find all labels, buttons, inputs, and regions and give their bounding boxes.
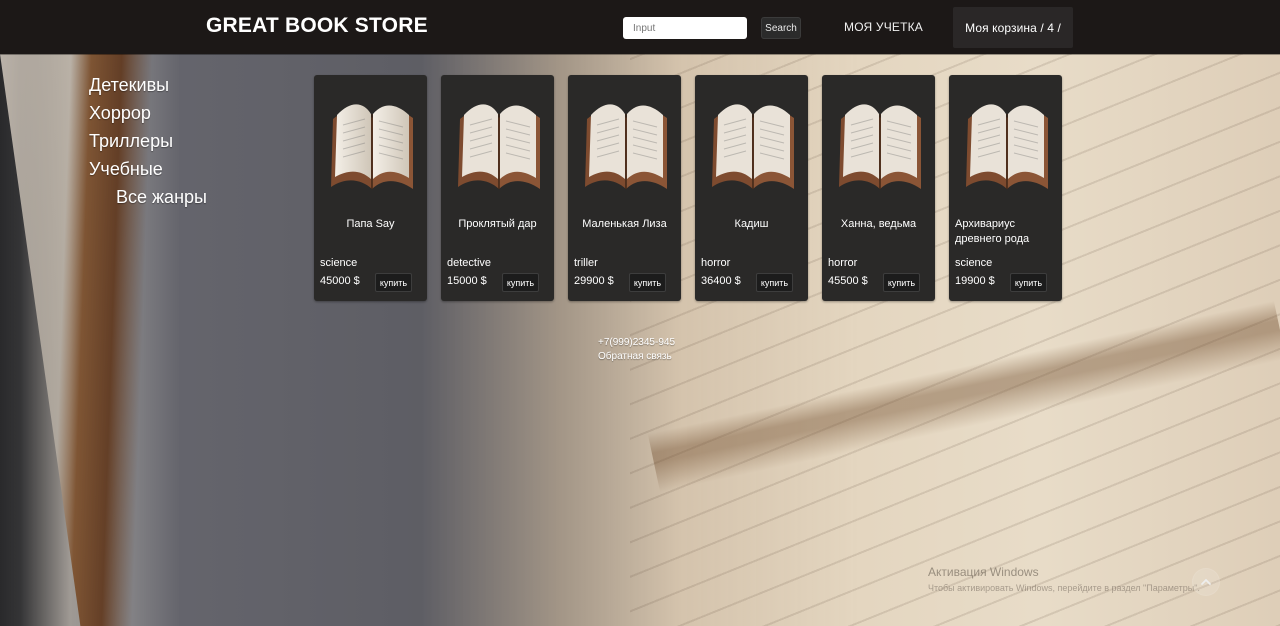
book-image-icon (712, 104, 794, 189)
genre-link-detective[interactable]: Детекивы (89, 71, 289, 99)
product-card[interactable]: Кадиш horror 36400 $ купить (695, 75, 808, 301)
product-genre: detective (447, 257, 492, 269)
product-price: 45000 $ (320, 275, 360, 287)
account-link[interactable]: МОЯ УЧЕТКА (844, 20, 923, 34)
book-image-icon (966, 104, 1048, 189)
genre-link-educational[interactable]: Учебные (89, 155, 289, 183)
phone-number[interactable]: +7(999)2345-945 (598, 336, 675, 350)
scroll-top-icon (1201, 579, 1211, 585)
footer-contacts: +7(999)2345-945 Обратная связь (598, 336, 675, 364)
watermark-line-1: Активация Windows (928, 565, 1039, 579)
product-title: Кадиш (734, 218, 769, 230)
book-image-icon (585, 104, 667, 189)
book-image-icon (331, 104, 413, 189)
buy-button[interactable]: купить (629, 273, 666, 292)
product-title: Ханна, ведьма (840, 218, 917, 230)
genre-link-thriller[interactable]: Триллеры (89, 127, 289, 155)
buy-button[interactable]: купить (375, 273, 412, 292)
product-grid: Папа Say science 45000 $ купить Прокляты… (314, 75, 1074, 305)
product-price: 29900 $ (574, 275, 614, 287)
cart-button[interactable]: Моя корзина / 4 / (953, 7, 1073, 48)
genre-link-all[interactable]: Все жанры (89, 183, 289, 211)
product-title: Проклятый дар (458, 218, 537, 230)
book-image-icon (839, 104, 921, 189)
product-genre: horror (828, 257, 858, 269)
product-price: 36400 $ (701, 275, 741, 287)
buy-button[interactable]: купить (502, 273, 539, 292)
genre-sidebar: Детекивы Хоррор Триллеры Учебные Все жан… (89, 71, 289, 211)
buy-button[interactable]: купить (883, 273, 920, 292)
product-genre: science (955, 257, 993, 269)
product-card[interactable]: Маленькая Лиза triller 29900 $ купить (568, 75, 681, 301)
product-price: 19900 $ (955, 275, 995, 287)
product-genre: triller (574, 257, 598, 269)
buy-button[interactable]: купить (1010, 273, 1047, 292)
watermark-line-2: Чтобы активировать Windows, перейдите в … (928, 583, 1200, 593)
product-genre: science (320, 257, 358, 269)
product-card[interactable]: Проклятый дар detective 15000 $ купить (441, 75, 554, 301)
product-card[interactable]: Ханна, ведьма horror 45500 $ купить (822, 75, 935, 301)
product-title: Папа Say (346, 218, 395, 230)
product-price: 15000 $ (447, 275, 487, 287)
buy-button[interactable]: купить (756, 273, 793, 292)
feedback-link[interactable]: Обратная связь (598, 350, 675, 364)
search-button[interactable]: Search (761, 17, 801, 39)
scroll-top-button[interactable] (1192, 568, 1220, 596)
product-genre: horror (701, 257, 731, 269)
product-card[interactable]: Папа Say science 45000 $ купить (314, 75, 427, 301)
product-card[interactable]: Архивариус древнего рода science 19900 $… (949, 75, 1062, 301)
product-title: Архивариус древнего рода (955, 218, 1030, 245)
windows-activation-watermark: Активация Windows Чтобы активировать Win… (928, 565, 1228, 593)
header: GREAT BOOK STORE Search МОЯ УЧЕТКА Моя к… (0, 0, 1280, 54)
book-image-icon (458, 104, 540, 189)
site-logo[interactable]: GREAT BOOK STORE (206, 14, 428, 38)
cart-label: Моя корзина / 4 / (965, 20, 1061, 35)
search-input[interactable] (623, 17, 747, 39)
product-price: 45500 $ (828, 275, 868, 287)
product-title: Маленькая Лиза (582, 218, 667, 230)
genre-link-horror[interactable]: Хоррор (89, 99, 289, 127)
